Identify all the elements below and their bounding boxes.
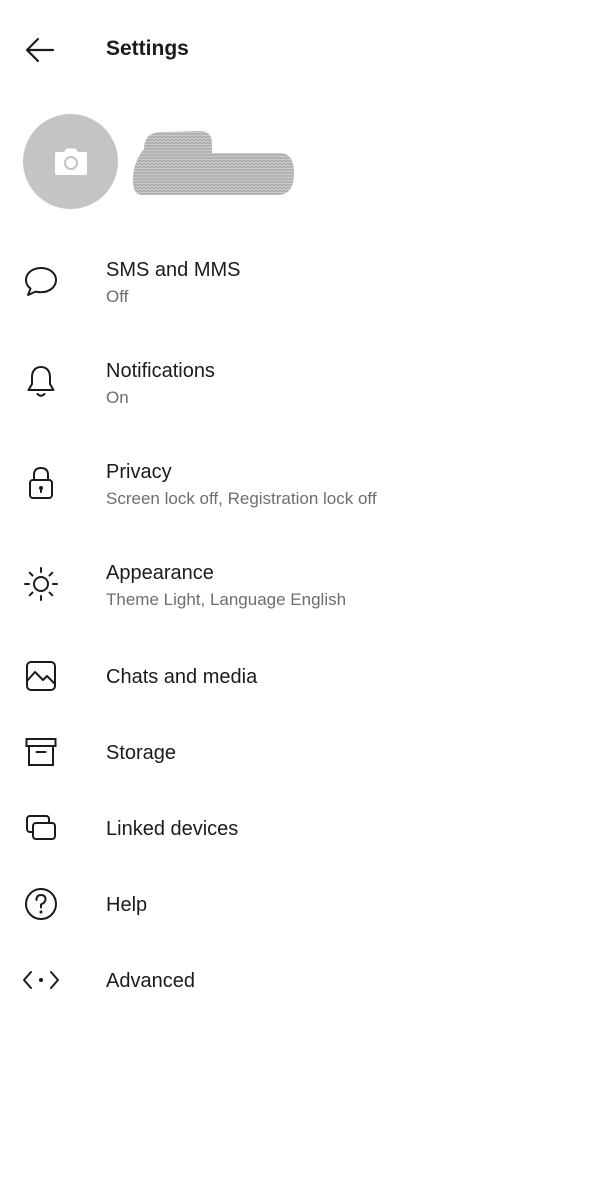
help-circle-icon bbox=[22, 885, 60, 923]
settings-item-label: Help bbox=[106, 894, 148, 916]
top-app-bar: Settings bbox=[0, 0, 606, 100]
arrow-left-icon bbox=[25, 37, 55, 63]
settings-item-label: Notifications bbox=[106, 360, 215, 382]
settings-item-privacy[interactable]: Privacy Screen lock off, Registration lo… bbox=[0, 432, 606, 533]
settings-item-appearance[interactable]: Appearance Theme Light, Language English bbox=[0, 533, 606, 634]
image-icon bbox=[22, 657, 60, 695]
back-button[interactable] bbox=[14, 28, 66, 72]
profile-section[interactable] bbox=[0, 105, 606, 217]
settings-list: SMS and MMS Off Notifications On Privacy bbox=[0, 230, 606, 1014]
lock-icon bbox=[22, 464, 60, 502]
settings-item-help[interactable]: Help bbox=[0, 862, 606, 938]
settings-item-notifications[interactable]: Notifications On bbox=[0, 331, 606, 432]
chat-bubble-icon bbox=[22, 262, 60, 300]
settings-item-summary: Screen lock off, Registration lock off bbox=[106, 489, 377, 508]
settings-item-label: Linked devices bbox=[106, 818, 239, 840]
settings-item-sms-and-mms[interactable]: SMS and MMS Off bbox=[0, 230, 606, 331]
settings-item-advanced[interactable]: Advanced bbox=[0, 938, 606, 1014]
sun-icon bbox=[22, 565, 60, 603]
settings-item-chats-and-media[interactable]: Chats and media bbox=[0, 634, 606, 710]
bell-icon bbox=[22, 363, 60, 401]
settings-item-label: Chats and media bbox=[106, 666, 258, 688]
settings-item-label: Advanced bbox=[106, 970, 195, 992]
avatar[interactable] bbox=[23, 114, 118, 209]
settings-item-label: Privacy bbox=[106, 461, 172, 483]
profile-name-redacted bbox=[130, 127, 296, 201]
settings-item-linked-devices[interactable]: Linked devices bbox=[0, 786, 606, 862]
settings-item-summary: Theme Light, Language English bbox=[106, 590, 347, 609]
linked-devices-icon bbox=[22, 809, 60, 847]
archive-box-icon bbox=[22, 733, 60, 771]
settings-item-label: SMS and MMS bbox=[106, 259, 241, 281]
settings-item-summary: Off bbox=[106, 287, 129, 306]
camera-icon bbox=[53, 147, 89, 177]
page-title: Settings bbox=[106, 37, 189, 60]
settings-item-storage[interactable]: Storage bbox=[0, 710, 606, 786]
code-icon bbox=[22, 961, 60, 999]
settings-item-summary: On bbox=[106, 388, 129, 407]
settings-item-label: Appearance bbox=[106, 562, 214, 584]
settings-item-label: Storage bbox=[106, 742, 177, 764]
